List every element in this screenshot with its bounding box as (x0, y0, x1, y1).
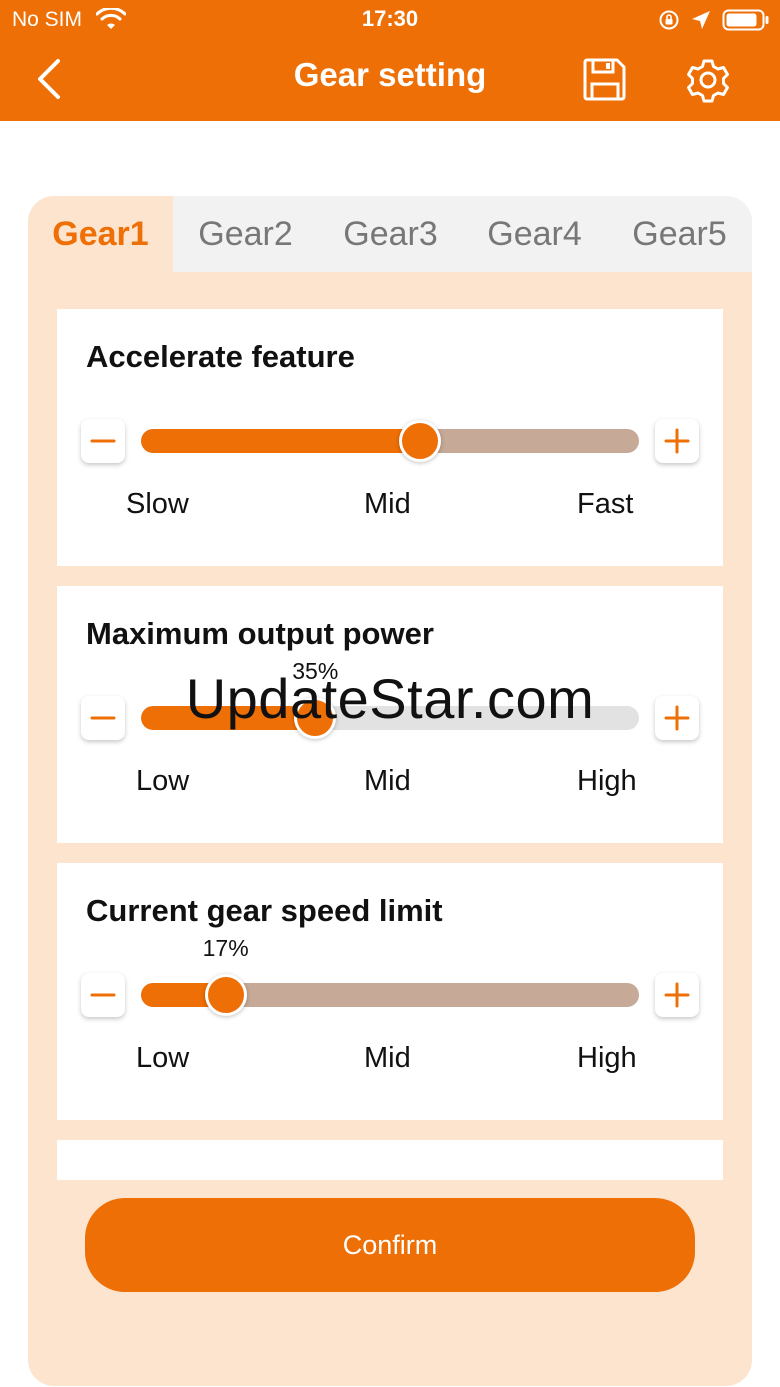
gear-tabs: Gear1 Gear2 Gear3 Gear4 Gear5 (28, 196, 752, 272)
increase-button[interactable] (655, 419, 699, 463)
decrease-button[interactable] (81, 419, 125, 463)
card-title: Current gear speed limit (86, 893, 443, 928)
plus-icon (664, 428, 690, 454)
accelerate-feature-card: Accelerate feature Slow Mid Fast (57, 309, 723, 566)
tick-label-mid: Mid (364, 1042, 411, 1074)
floppy-disk-icon (583, 58, 626, 101)
status-bar: No SIM 17:30 (0, 0, 780, 40)
settings-button[interactable] (684, 56, 732, 104)
tick-label-high: High (577, 765, 637, 797)
minus-icon (90, 439, 116, 443)
tick-label-high: High (577, 1042, 637, 1074)
battery-icon (722, 9, 769, 31)
orientation-lock-icon (659, 10, 679, 30)
tab-gear1[interactable]: Gear1 (28, 196, 173, 272)
minus-icon (90, 993, 116, 997)
tab-gear2[interactable]: Gear2 (173, 196, 318, 272)
location-arrow-icon (692, 11, 710, 29)
card-title: Maximum output power (86, 616, 434, 651)
tick-label-mid: Mid (364, 765, 411, 797)
slider-thumb[interactable] (204, 974, 247, 1016)
nav-bar: No SIM 17:30 Gear setting (0, 0, 780, 121)
tab-gear5[interactable]: Gear5 (607, 196, 752, 272)
card-title: Accelerate feature (86, 339, 355, 374)
tick-label-mid: Mid (364, 488, 411, 520)
slider-value-label: 17% (202, 935, 249, 961)
slider-track[interactable] (141, 429, 639, 453)
tick-label-low: Low (136, 765, 190, 797)
plus-icon (664, 982, 690, 1008)
tab-gear4[interactable]: Gear4 (462, 196, 607, 272)
gear-icon (687, 59, 729, 103)
tick-label-low: Slow (126, 488, 189, 520)
slider-thumb[interactable] (398, 420, 441, 462)
tick-label-high: Fast (577, 488, 634, 520)
tick-label-low: Low (136, 1042, 190, 1074)
decrease-button[interactable] (81, 973, 125, 1017)
tab-gear3[interactable]: Gear3 (318, 196, 463, 272)
gear-settings-panel: Gear1 Gear2 Gear3 Gear4 Gear5 Accelerate… (28, 196, 752, 1386)
save-button[interactable] (582, 56, 628, 102)
confirm-button[interactable]: Confirm (85, 1198, 695, 1292)
next-setting-card (57, 1140, 723, 1180)
watermark: UpdateStar.com (185, 667, 595, 730)
slider-fill (141, 429, 420, 453)
increase-button[interactable] (655, 973, 699, 1017)
speed-limit-card: Current gear speed limit 17% Low Mid Hig… (57, 863, 723, 1120)
page-title: Gear setting (293, 56, 487, 93)
